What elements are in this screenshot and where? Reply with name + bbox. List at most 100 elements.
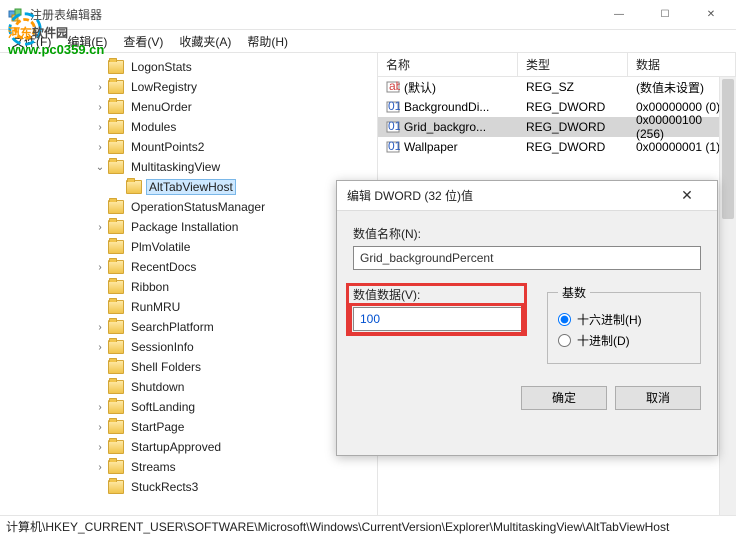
chevron-right-icon[interactable]: › (92, 419, 108, 435)
expand-placeholder (92, 199, 108, 215)
folder-icon (108, 280, 124, 294)
value-name-input[interactable] (353, 246, 701, 270)
folder-icon (108, 60, 124, 74)
tree-item-label: SearchPlatform (128, 319, 217, 335)
ok-button[interactable]: 确定 (521, 386, 607, 410)
chevron-down-icon[interactable]: ⌄ (92, 159, 108, 175)
tree-item-label: Streams (128, 459, 179, 475)
registry-tree[interactable]: LogonStats › LowRegistry › MenuOrder ›Modules… (0, 53, 377, 501)
tree-item[interactable]: ›StartPage (2, 417, 377, 437)
chevron-right-icon[interactable]: › (92, 79, 108, 95)
list-row[interactable]: 011Grid_backgro...REG_DWORD0x00000100 (2… (378, 117, 736, 137)
folder-icon (108, 260, 124, 274)
svg-text:011: 011 (388, 140, 400, 153)
tree-item[interactable]: ⌄ MultitaskingView (2, 157, 377, 177)
binary-value-icon: 011 (386, 100, 400, 114)
tree-item[interactable]: › SoftLanding (2, 397, 377, 417)
tree-item[interactable]: Ribbon (2, 277, 377, 297)
svg-text:ab: ab (389, 80, 400, 93)
radix-hex-option[interactable]: 十六进制(H) (558, 311, 690, 328)
tree-item-label: RecentDocs (128, 259, 199, 275)
radix-dec-radio[interactable] (558, 334, 571, 347)
col-data[interactable]: 数据 (628, 53, 736, 76)
value-data-input[interactable] (353, 307, 525, 331)
menu-help[interactable]: 帮助(H) (241, 31, 294, 52)
tree-item-label: Package Installation (128, 219, 241, 235)
value-name: (默认) (404, 79, 436, 96)
chevron-right-icon[interactable]: › (92, 219, 108, 235)
value-list[interactable]: ab(默认)REG_SZ(数值未设置)011BackgroundDi...REG… (378, 77, 736, 157)
dialog-close-button[interactable]: ✕ (667, 187, 707, 204)
tree-item-label: Ribbon (128, 279, 172, 295)
tree-item[interactable]: OperationStatusManager (2, 197, 377, 217)
folder-icon (108, 80, 124, 94)
edit-dword-dialog: 编辑 DWORD (32 位)值 ✕ 数值名称(N): 数值数据(V): 基数 … (336, 180, 718, 456)
tree-item-label: RunMRU (128, 299, 183, 315)
value-type: REG_DWORD (518, 100, 628, 114)
tree-item-label: SessionInfo (128, 339, 197, 355)
radix-hex-radio[interactable] (558, 313, 571, 326)
tree-item[interactable]: PlmVolatile (2, 237, 377, 257)
chevron-right-icon[interactable]: › (92, 259, 108, 275)
menu-fav[interactable]: 收藏夹(A) (173, 31, 237, 52)
tree-item[interactable]: ›MountPoints2 (2, 137, 377, 157)
menu-edit[interactable]: 编辑(E) (61, 31, 113, 52)
chevron-right-icon[interactable]: › (92, 439, 108, 455)
tree-item[interactable]: › Streams (2, 457, 377, 477)
folder-icon (126, 180, 142, 194)
radix-group: 基数 十六进制(H) 十进制(D) (547, 284, 701, 364)
tree-item[interactable]: › Package Installation (2, 217, 377, 237)
tree-item[interactable]: › SessionInfo (2, 337, 377, 357)
tree-item-label: LowRegistry (128, 79, 200, 95)
tree-item-label: LogonStats (128, 59, 195, 75)
tree-item-label: StartupApproved (128, 439, 224, 455)
chevron-right-icon[interactable]: › (92, 139, 108, 155)
menu-view[interactable]: 查看(V) (117, 31, 169, 52)
minimize-button[interactable]: — (596, 0, 642, 30)
tree-item[interactable]: ›Modules (2, 117, 377, 137)
tree-item[interactable]: › SearchPlatform (2, 317, 377, 337)
list-row[interactable]: 011WallpaperREG_DWORD0x00000001 (1) (378, 137, 736, 157)
tree-item[interactable]: › RecentDocs (2, 257, 377, 277)
tree-item[interactable]: Shell Folders (2, 357, 377, 377)
tree-item[interactable]: StuckRects3 (2, 477, 377, 497)
maximize-button[interactable]: ☐ (642, 0, 688, 30)
folder-icon (108, 420, 124, 434)
chevron-right-icon[interactable]: › (92, 339, 108, 355)
folder-icon (108, 100, 124, 114)
watermark-icon (6, 10, 44, 48)
list-row[interactable]: ab(默认)REG_SZ(数值未设置) (378, 77, 736, 97)
tree-item[interactable]: Shutdown (2, 377, 377, 397)
folder-icon (108, 440, 124, 454)
chevron-right-icon[interactable]: › (92, 99, 108, 115)
chevron-right-icon[interactable]: › (92, 399, 108, 415)
close-button[interactable]: ✕ (688, 0, 734, 30)
value-name-label: 数值名称(N): (353, 225, 701, 242)
chevron-right-icon[interactable]: › (92, 119, 108, 135)
value-name: Grid_backgro... (404, 120, 486, 134)
tree-item[interactable]: › MenuOrder (2, 97, 377, 117)
tree-item-label: MenuOrder (128, 99, 195, 115)
tree-item[interactable]: › StartupApproved (2, 437, 377, 457)
tree-item[interactable]: AltTabViewHost (2, 177, 377, 197)
status-path: 计算机\HKEY_CURRENT_USER\SOFTWARE\Microsoft… (6, 518, 669, 535)
folder-icon (108, 340, 124, 354)
tree-item-label: SoftLanding (128, 399, 198, 415)
chevron-right-icon[interactable]: › (92, 459, 108, 475)
col-name[interactable]: 名称 (378, 53, 518, 76)
dialog-titlebar[interactable]: 编辑 DWORD (32 位)值 ✕ (337, 181, 717, 211)
tree-item[interactable]: RunMRU (2, 297, 377, 317)
chevron-right-icon[interactable]: › (92, 319, 108, 335)
value-name: Wallpaper (404, 140, 458, 154)
cancel-button[interactable]: 取消 (615, 386, 701, 410)
value-type: REG_SZ (518, 80, 628, 94)
tree-item-label: MultitaskingView (128, 159, 223, 175)
tree-item[interactable]: LogonStats (2, 57, 377, 77)
tree-item[interactable]: › LowRegistry (2, 77, 377, 97)
tree-item-label: StuckRects3 (128, 479, 201, 495)
col-type[interactable]: 类型 (518, 53, 628, 76)
titlebar: 注册表编辑器 — ☐ ✕ (0, 0, 736, 30)
folder-icon (108, 380, 124, 394)
radix-dec-option[interactable]: 十进制(D) (558, 332, 690, 349)
window-title: 注册表编辑器 (30, 6, 596, 23)
